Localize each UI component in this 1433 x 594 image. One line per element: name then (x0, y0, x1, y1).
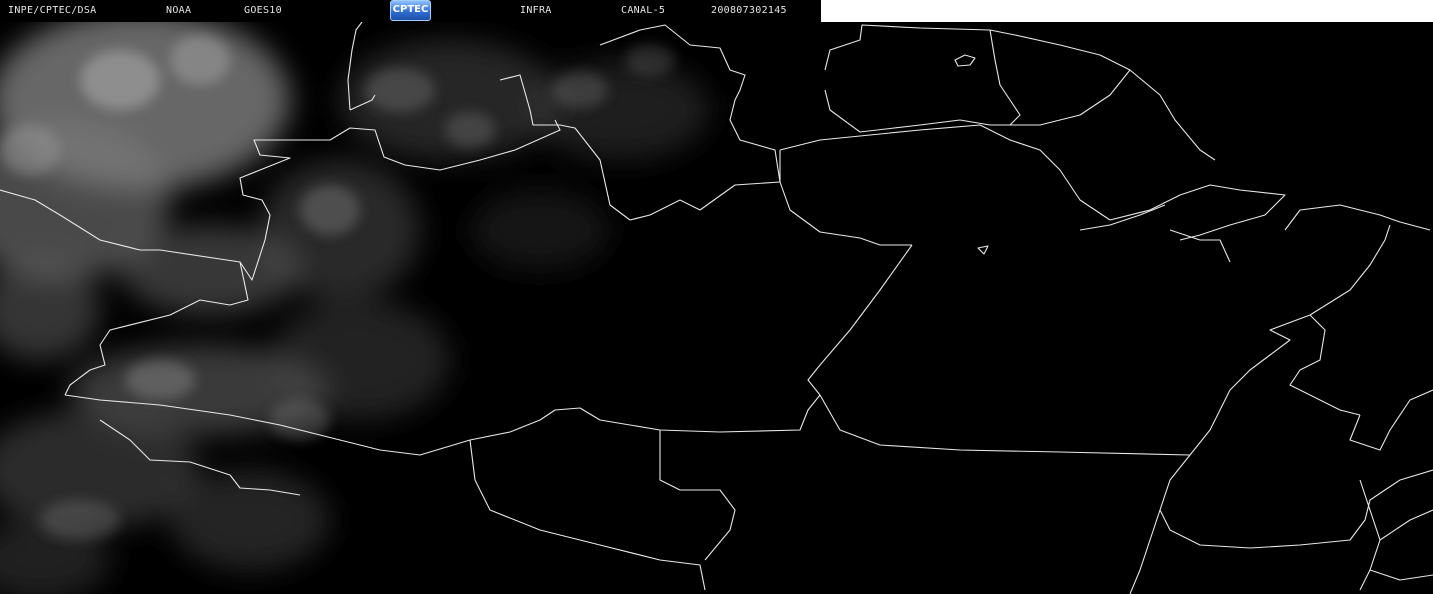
product-label: INFRA (520, 5, 552, 16)
satellite-image-viewer: INPE/CPTEC/DSA NOAA GOES10 CPTEC INFRA C… (0, 0, 1433, 594)
agency-label: NOAA (166, 5, 192, 16)
satellite-label: GOES10 (244, 5, 282, 16)
channel-label: CANAL-5 (621, 5, 666, 16)
logo-text: CPTEC (392, 4, 429, 15)
infrared-satellite-map (0, 0, 1433, 594)
cptec-logo-icon: CPTEC (390, 0, 431, 21)
image-header-bar: INPE/CPTEC/DSA NOAA GOES10 CPTEC INFRA C… (0, 0, 821, 22)
header-blank-area (821, 0, 1433, 22)
source-label: INPE/CPTEC/DSA (8, 5, 97, 16)
timestamp-label: 200807302145 (711, 5, 787, 16)
